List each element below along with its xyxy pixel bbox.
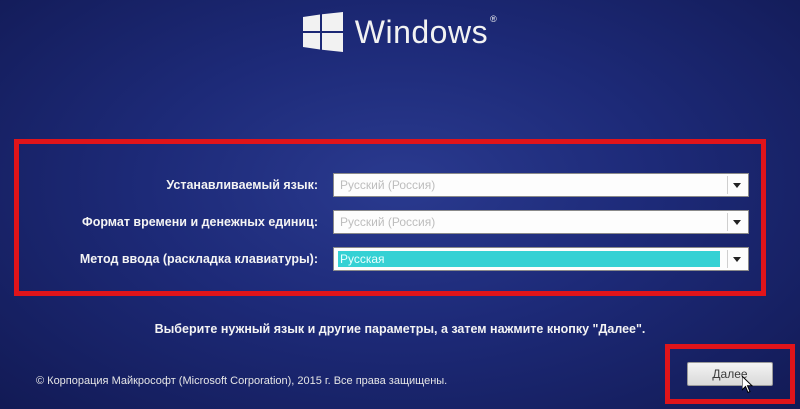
language-select[interactable]: Русский (Россия) [333, 173, 749, 197]
language-value: Русский (Россия) [340, 178, 436, 192]
format-row: Формат времени и денежных единиц: [0, 209, 318, 235]
format-label: Формат времени и денежных единиц: [82, 215, 318, 229]
chevron-down-icon[interactable] [727, 250, 746, 268]
keyboard-label: Метод ввода (раскладка клавиатуры): [79, 252, 318, 266]
selection-highlight [338, 251, 720, 267]
language-row: Устанавливаемый язык: [0, 172, 318, 198]
language-label: Устанавливаемый язык: [166, 178, 318, 192]
windows-title: Windows ® [354, 13, 498, 50]
chevron-down-icon[interactable] [727, 213, 746, 231]
keyboard-select[interactable]: Русская [333, 247, 749, 271]
mouse-cursor-icon [742, 376, 754, 394]
keyboard-value: Русская [340, 252, 385, 266]
copyright-text: © Корпорация Майкрософт (Microsoft Corpo… [36, 375, 448, 387]
next-button[interactable]: Далее [687, 362, 773, 386]
format-value: Русский (Россия) [340, 215, 436, 229]
windows-logo-icon [302, 12, 343, 52]
chevron-down-icon[interactable] [727, 176, 746, 194]
windows-branding: Windows ® [0, 12, 800, 52]
keyboard-row: Метод ввода (раскладка клавиатуры): [0, 246, 318, 272]
format-select[interactable]: Русский (Россия) [333, 210, 749, 234]
instruction-text: Выберите нужный язык и другие параметры,… [154, 322, 646, 336]
